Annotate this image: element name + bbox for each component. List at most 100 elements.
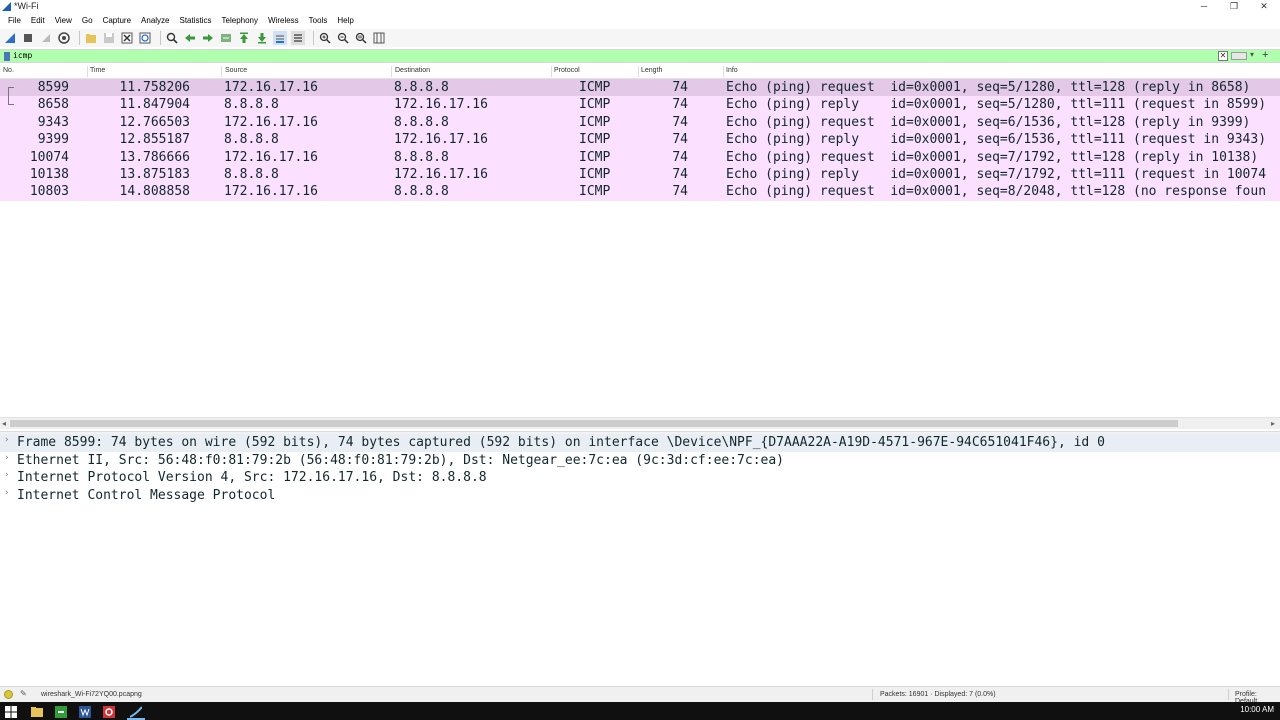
detail-text: Internet Protocol Version 4, Src: 172.16… bbox=[17, 470, 487, 485]
packet-info: Echo (ping) reply id=0x0001, seq=7/1792,… bbox=[726, 166, 1267, 182]
packet-info: Echo (ping) request id=0x0001, seq=5/128… bbox=[726, 80, 1251, 95]
packet-source: 172.16.17.16 bbox=[224, 184, 318, 200]
column-divider[interactable] bbox=[391, 66, 392, 77]
capture-comment-icon[interactable]: ✎ bbox=[20, 689, 27, 698]
menu-telephony[interactable]: Telephony bbox=[217, 14, 263, 28]
packet-number: 9399 bbox=[37, 132, 69, 148]
first-packet-icon[interactable] bbox=[237, 31, 251, 45]
file-explorer-icon[interactable] bbox=[31, 705, 43, 717]
packet-row[interactable]: 9343 12.766503 172.16.17.16 8.8.8.8 ICMP… bbox=[0, 113, 1280, 132]
packet-destination: 8.8.8.8 bbox=[394, 184, 449, 200]
packet-number: 8599 bbox=[37, 80, 69, 95]
menu-tools[interactable]: Tools bbox=[304, 14, 333, 28]
packet-row[interactable]: 10803 14.808858 172.16.17.16 8.8.8.8 ICM… bbox=[0, 183, 1280, 201]
menu-view[interactable]: View bbox=[50, 14, 77, 28]
open-file-icon[interactable] bbox=[84, 31, 98, 45]
scrollbar-thumb[interactable] bbox=[10, 420, 1178, 427]
close-button[interactable]: ✕ bbox=[1249, 0, 1279, 12]
go-forward-icon[interactable] bbox=[201, 31, 215, 45]
menu-edit[interactable]: Edit bbox=[26, 14, 50, 28]
find-packet-icon[interactable] bbox=[165, 31, 179, 45]
packet-source: 8.8.8.8 bbox=[224, 97, 279, 113]
column-header-length[interactable]: Length bbox=[641, 67, 662, 74]
windows-start-icon[interactable] bbox=[5, 705, 17, 718]
expand-chevron-icon[interactable]: › bbox=[4, 488, 9, 498]
packet-number: 8658 bbox=[37, 97, 69, 113]
packet-list-hscrollbar[interactable]: ◂ ▸ bbox=[0, 417, 1280, 429]
taskbar-clock[interactable]: 10:00 AM bbox=[1240, 705, 1274, 714]
normal-size-icon[interactable] bbox=[354, 31, 368, 45]
column-header-time[interactable]: Time bbox=[90, 67, 105, 74]
menu-statistics[interactable]: Statistics bbox=[175, 14, 217, 28]
zoom-out-icon[interactable] bbox=[336, 31, 350, 45]
column-divider[interactable] bbox=[551, 66, 552, 77]
packet-row[interactable]: 10138 13.875183 8.8.8.8 172.16.17.16 ICM… bbox=[0, 165, 1280, 184]
expand-chevron-icon[interactable]: › bbox=[4, 453, 9, 463]
column-divider[interactable] bbox=[723, 66, 724, 77]
title-bar: *Wi-Fi ─ ❐ ✕ bbox=[0, 0, 1280, 14]
menu-analyze[interactable]: Analyze bbox=[136, 14, 174, 28]
zoom-in-icon[interactable] bbox=[318, 31, 332, 45]
bookmark-icon[interactable] bbox=[4, 52, 10, 61]
packet-length: 74 bbox=[672, 149, 688, 165]
app-green-icon[interactable] bbox=[55, 705, 67, 718]
packet-length: 74 bbox=[672, 80, 688, 95]
filter-history-dropdown-icon[interactable]: ▾ bbox=[1250, 50, 1254, 59]
column-divider[interactable] bbox=[221, 66, 222, 77]
save-file-icon[interactable] bbox=[102, 31, 116, 45]
packet-row[interactable]: 9399 12.855187 8.8.8.8 172.16.17.16 ICMP… bbox=[0, 131, 1280, 149]
last-packet-icon[interactable] bbox=[255, 31, 269, 45]
go-to-packet-icon[interactable] bbox=[219, 31, 233, 45]
toolbar-separator bbox=[313, 31, 314, 45]
scroll-left-icon[interactable]: ◂ bbox=[2, 418, 6, 429]
capture-options-icon[interactable] bbox=[57, 31, 71, 45]
packet-number: 10803 bbox=[29, 184, 69, 200]
display-filter-input[interactable]: icmp bbox=[13, 51, 32, 60]
packet-time: 13.786666 bbox=[119, 149, 190, 165]
detail-row-ethernet[interactable]: › Ethernet II, Src: 56:48:f0:81:79:2b (5… bbox=[0, 452, 1280, 470]
word-icon[interactable] bbox=[79, 705, 91, 718]
packet-row[interactable]: 8658 11.847904 8.8.8.8 172.16.17.16 ICMP… bbox=[0, 96, 1280, 114]
packet-info: Echo (ping) request id=0x0001, seq=6/153… bbox=[726, 114, 1251, 130]
menu-help[interactable]: Help bbox=[332, 14, 358, 28]
status-bar: ✎ wireshark_Wi-Fi72YQ00.pcapng Packets: … bbox=[0, 686, 1280, 705]
reload-file-icon[interactable] bbox=[138, 31, 152, 45]
expert-info-led-icon[interactable] bbox=[4, 690, 13, 699]
app-red-icon[interactable] bbox=[103, 705, 115, 718]
column-divider[interactable] bbox=[87, 66, 88, 77]
close-file-icon[interactable] bbox=[120, 31, 134, 45]
expand-chevron-icon[interactable]: › bbox=[4, 470, 9, 480]
detail-row-icmp[interactable]: › Internet Control Message Protocol bbox=[0, 487, 1280, 505]
column-header-destination[interactable]: Destination bbox=[395, 67, 430, 74]
detail-row-frame[interactable]: › Frame 8599: 74 bytes on wire (592 bits… bbox=[0, 434, 1280, 452]
resize-columns-icon[interactable] bbox=[372, 31, 386, 45]
packet-source: 172.16.17.16 bbox=[224, 114, 318, 130]
packet-time: 11.847904 bbox=[119, 97, 190, 113]
detail-row-ipv4[interactable]: › Internet Protocol Version 4, Src: 172.… bbox=[0, 469, 1280, 487]
expand-chevron-icon[interactable]: › bbox=[4, 435, 9, 445]
colorize-icon[interactable] bbox=[291, 31, 305, 45]
stop-capture-icon[interactable] bbox=[21, 31, 35, 45]
column-header-no[interactable]: No. bbox=[3, 67, 14, 74]
column-header-info[interactable]: Info bbox=[726, 67, 738, 74]
column-divider[interactable] bbox=[638, 66, 639, 77]
clear-filter-icon[interactable]: ✕ bbox=[1218, 51, 1228, 61]
menu-wireless[interactable]: Wireless bbox=[263, 14, 304, 28]
wireshark-taskbar-icon[interactable] bbox=[129, 705, 143, 718]
menu-capture[interactable]: Capture bbox=[98, 14, 136, 28]
start-capture-icon[interactable] bbox=[3, 31, 17, 45]
autoscroll-icon[interactable] bbox=[273, 31, 287, 45]
menu-go[interactable]: Go bbox=[77, 14, 98, 28]
column-header-source[interactable]: Source bbox=[225, 67, 247, 74]
menu-file[interactable]: File bbox=[3, 14, 26, 28]
packet-row[interactable]: 10074 13.786666 172.16.17.16 8.8.8.8 ICM… bbox=[0, 148, 1280, 166]
add-filter-button-icon[interactable]: + bbox=[1262, 49, 1268, 61]
apply-filter-icon[interactable] bbox=[1231, 52, 1247, 60]
column-header-protocol[interactable]: Protocol bbox=[554, 67, 580, 74]
maximize-button[interactable]: ❐ bbox=[1219, 0, 1249, 12]
restart-capture-icon[interactable] bbox=[39, 31, 53, 45]
minimize-button[interactable]: ─ bbox=[1189, 0, 1219, 12]
packet-row[interactable]: 8599 11.758206 172.16.17.16 8.8.8.8 ICMP… bbox=[0, 79, 1280, 97]
go-back-icon[interactable] bbox=[183, 31, 197, 45]
scroll-right-icon[interactable]: ▸ bbox=[1271, 418, 1275, 429]
